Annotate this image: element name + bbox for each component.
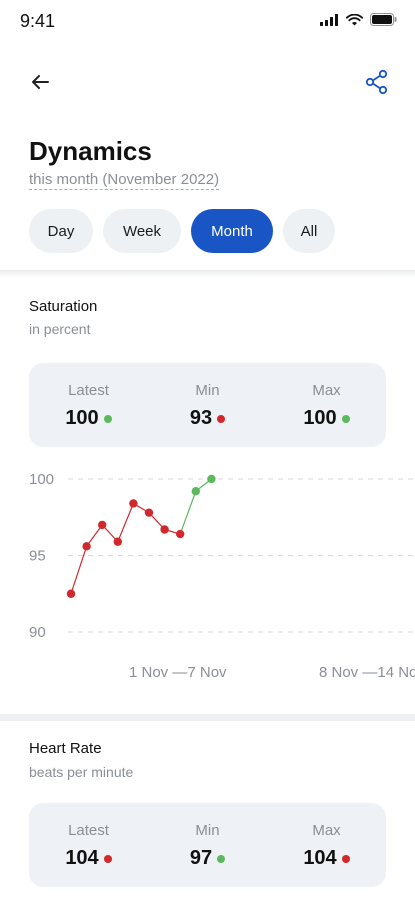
stat-max: Max 104 (267, 803, 386, 887)
x-tick-label: 8 Nov —14 Nov (319, 664, 415, 681)
heart-rate-unit: beats per minute (29, 764, 134, 780)
status-dot (103, 854, 112, 863)
share-icon (365, 69, 388, 95)
stat-label: Latest (68, 382, 109, 399)
tab-month[interactable]: Month (191, 209, 273, 253)
data-point (82, 542, 91, 551)
stat-min: Min 93 (148, 363, 267, 447)
status-dot (341, 854, 350, 863)
saturation-chart[interactable]: 90 95 100 1 Nov —7 Nov 8 Nov —14 Nov (0, 455, 415, 695)
arrow-left-icon (32, 75, 49, 89)
stat-value: 100 (303, 407, 337, 429)
data-point (207, 474, 216, 484)
heart-rate-stats-card: Latest 104 Min 97 Max 104 (29, 803, 386, 887)
tab-all[interactable]: All (283, 209, 335, 253)
stat-min: Min 97 (148, 803, 267, 887)
signal-icon (320, 13, 339, 26)
data-point (98, 520, 107, 530)
series-line-segment (117, 503, 134, 542)
back-button[interactable] (22, 68, 62, 96)
tab-week[interactable]: Week (103, 209, 181, 253)
y-tick-label: 90 (29, 624, 46, 641)
period-selector-label[interactable]: this month (November 2022) (29, 171, 220, 190)
x-tick-label: 1 Nov —7 Nov (129, 664, 227, 681)
status-dot (103, 414, 112, 423)
battery-icon (370, 13, 397, 26)
data-point (176, 529, 185, 539)
status-time: 9:41 (20, 11, 56, 31)
stat-value: 93 (189, 407, 213, 429)
stat-value: 104 (303, 847, 337, 869)
share-button[interactable] (363, 68, 391, 96)
data-point (160, 525, 169, 534)
status-dot (341, 414, 350, 423)
status-dot (217, 854, 226, 863)
chart-svg: 90 95 100 1 Nov —7 Nov 8 Nov —14 Nov (29, 471, 415, 681)
header-divider (0, 270, 415, 278)
period-tabs: Day Week Month All (29, 209, 335, 253)
series-line-segment (70, 546, 88, 594)
tab-day[interactable]: Day (29, 209, 93, 253)
stat-max: Max 100 (267, 363, 386, 447)
stat-latest: Latest 100 (29, 363, 148, 447)
data-point (191, 487, 200, 496)
y-tick-label: 95 (29, 548, 46, 565)
heart-rate-title: Heart Rate (29, 740, 102, 757)
saturation-title: Saturation (29, 298, 98, 315)
stat-label: Latest (68, 822, 109, 839)
stat-value: 104 (65, 847, 99, 869)
stat-latest: Latest 104 (29, 803, 148, 887)
wifi-icon (346, 13, 363, 26)
saturation-unit: in percent (29, 321, 91, 337)
status-dot (217, 414, 226, 423)
stat-value: 97 (189, 847, 213, 869)
stat-label: Max (312, 382, 341, 399)
stat-label: Min (195, 822, 220, 839)
status-bar: 9:41 (0, 0, 415, 44)
stat-value: 100 (65, 407, 99, 429)
y-tick-label: 100 (29, 471, 54, 488)
data-point (129, 499, 138, 508)
status-icons (320, 13, 397, 26)
data-point (113, 537, 123, 546)
data-point (144, 508, 154, 517)
stat-label: Max (312, 822, 341, 839)
series-line-segment (179, 491, 197, 535)
page-title: Dynamics (29, 136, 152, 166)
data-point (66, 589, 76, 598)
section-separator (0, 714, 415, 721)
nav-bar (0, 60, 415, 104)
stat-label: Min (195, 382, 220, 399)
saturation-stats-card: Latest 100 Min 93 Max 100 (29, 363, 386, 447)
